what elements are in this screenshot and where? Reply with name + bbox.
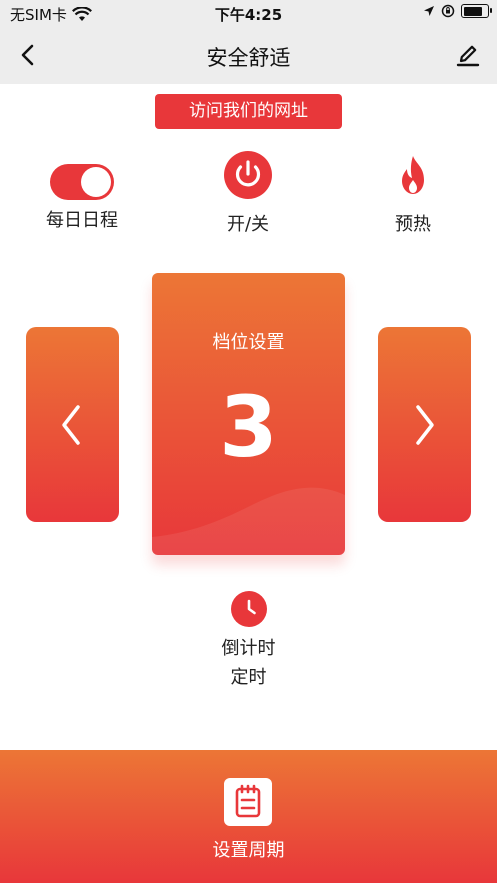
chevron-right-icon xyxy=(416,405,434,445)
battery-fill xyxy=(463,6,482,16)
gear-decrease-button[interactable] xyxy=(26,327,119,522)
gear-value: 3 xyxy=(219,378,278,476)
power-label: 开/关 xyxy=(226,214,270,235)
schedule-control: 每日日程 xyxy=(17,150,147,232)
clock-icon[interactable] xyxy=(230,590,268,628)
schedule-label: 每日日程 xyxy=(46,210,118,231)
flame-icon[interactable] xyxy=(388,150,438,200)
nav-bar: 安全舒适 xyxy=(0,28,497,84)
lock-rotation-icon xyxy=(441,4,455,18)
set-cycle-button[interactable]: 设置周期 xyxy=(0,750,497,883)
power-control: 开/关 xyxy=(183,150,313,236)
preheat-control: 预热 xyxy=(348,150,478,236)
gear-card: 档位设置 3 xyxy=(152,273,345,555)
edit-pen-icon[interactable] xyxy=(453,40,483,70)
set-cycle-label: 设置周期 xyxy=(212,840,285,861)
gear-increase-button[interactable] xyxy=(378,327,471,522)
visit-website-button[interactable]: 访问我们的网址 xyxy=(155,94,342,129)
chevron-left-icon xyxy=(62,405,80,445)
notepad-icon xyxy=(224,778,272,826)
battery-icon xyxy=(461,4,492,18)
preheat-label: 预热 xyxy=(395,214,431,235)
location-icon xyxy=(424,6,434,16)
countdown-label: 倒计时 xyxy=(221,638,276,659)
gear-label: 档位设置 xyxy=(212,332,285,353)
schedule-toggle[interactable] xyxy=(50,164,114,200)
page-title: 安全舒适 xyxy=(206,46,291,70)
status-right xyxy=(423,4,492,18)
toggle-knob xyxy=(81,167,111,197)
status-bar: 无SIM卡 下午4:25 xyxy=(0,0,497,28)
timer-label: 定时 xyxy=(230,667,267,688)
power-icon[interactable] xyxy=(223,150,273,200)
card-wave-decoration xyxy=(152,487,345,555)
